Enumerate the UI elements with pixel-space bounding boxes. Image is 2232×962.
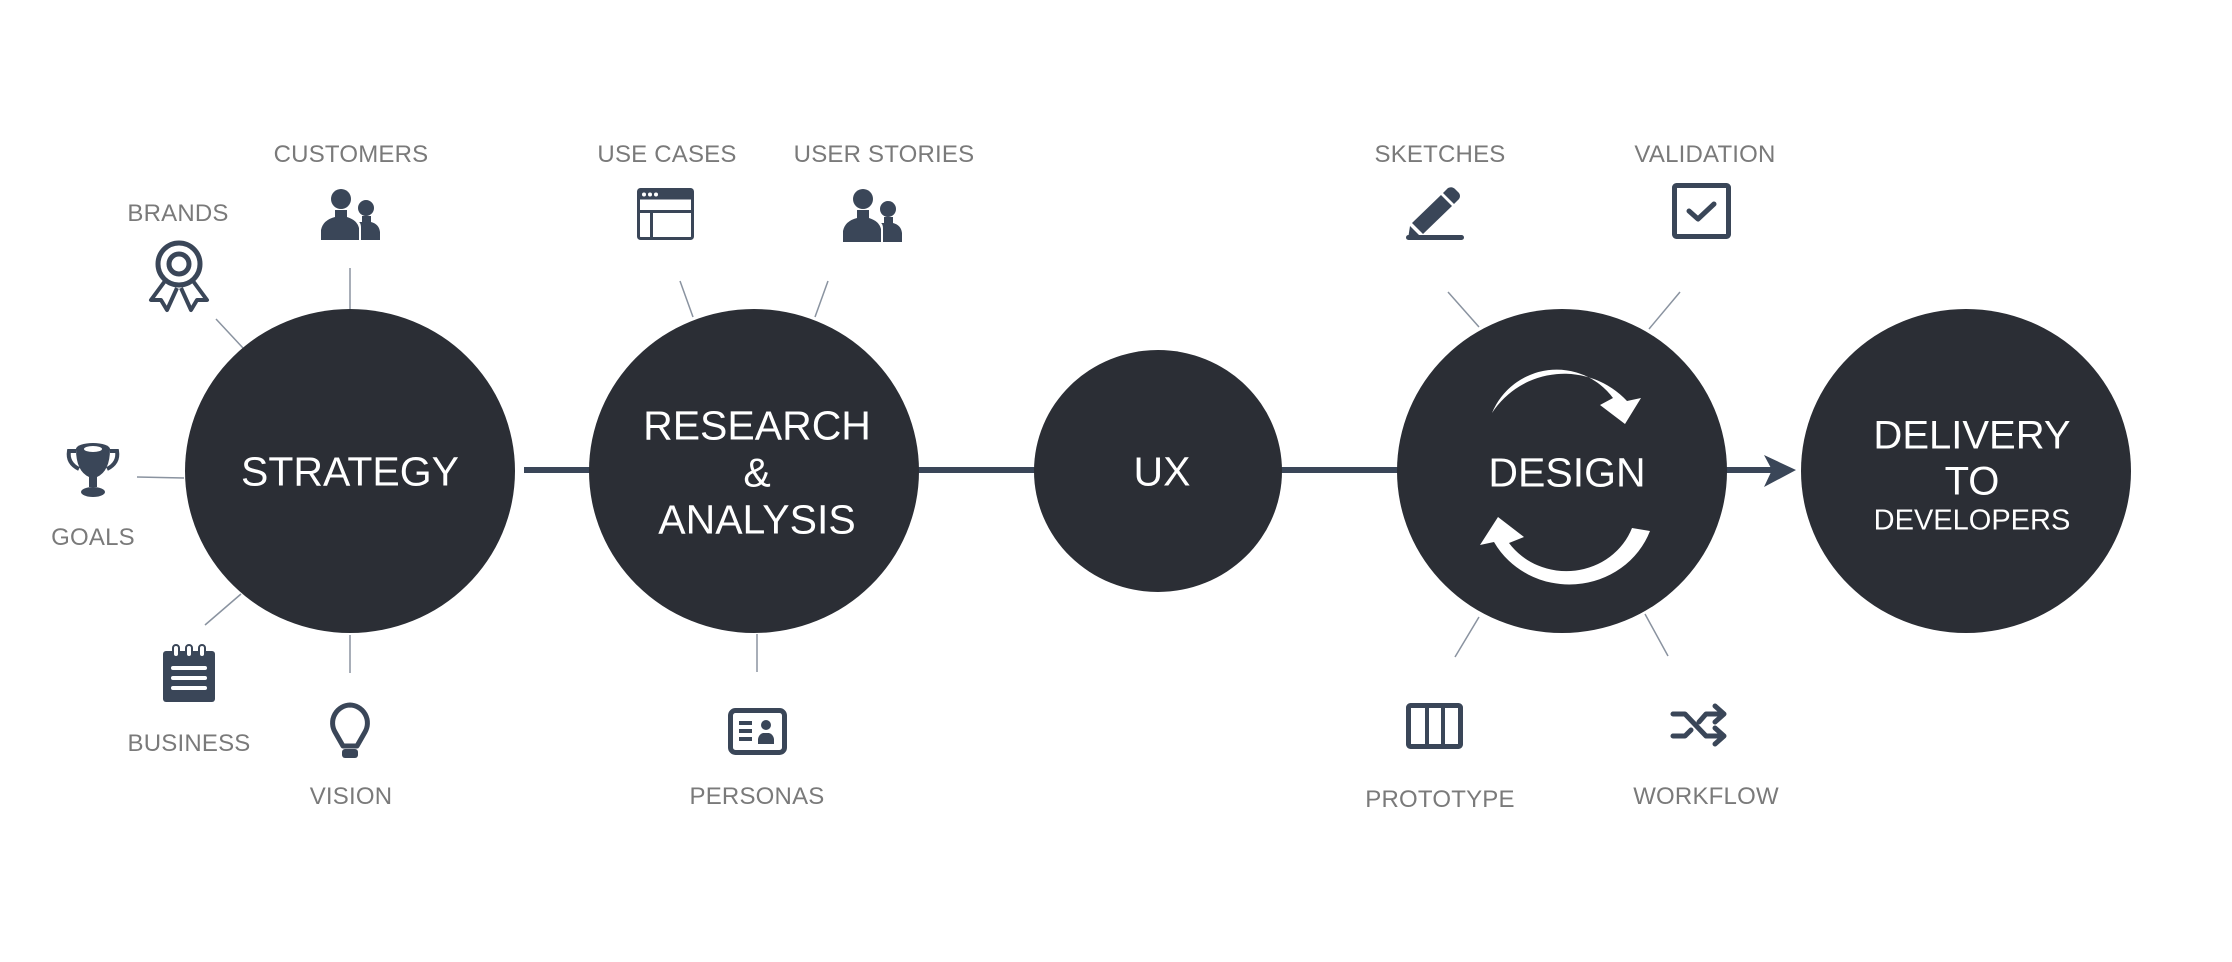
spoke-goals [136, 476, 185, 479]
spoke-brands [215, 318, 244, 349]
label-vision: VISION [309, 783, 393, 810]
stage-title-line: STRATEGY [241, 448, 459, 495]
columns-icon [1406, 703, 1463, 749]
stage-title-line: DEVELOPERS [1873, 504, 2071, 537]
stage-delivery-title: DELIVERY TO DEVELOPERS [1873, 412, 2070, 537]
spoke-business [204, 593, 242, 626]
spoke-sketches [1447, 291, 1480, 328]
users-icon [843, 189, 902, 242]
shuffle-icon [1670, 703, 1727, 747]
label-brands: BRANDS [127, 200, 229, 227]
trophy-icon [66, 443, 120, 497]
label-workflow: WORKFLOW [1633, 783, 1779, 810]
spoke-validation [1648, 291, 1681, 330]
spoke-workflow [1644, 613, 1669, 657]
stage-title-line: DELIVERY [1873, 413, 2071, 458]
stage-ux-title: UX [1134, 448, 1191, 495]
stage-title-line: ANALYSIS [658, 496, 856, 543]
spoke-user-stories [814, 280, 829, 318]
stage-title-line: TO [1944, 459, 2000, 504]
label-personas: PERSONAS [689, 783, 825, 810]
users-icon [321, 189, 380, 240]
label-prototype: PROTOTYPE [1365, 786, 1515, 813]
stage-title-line: & [743, 449, 771, 496]
lightbulb-icon [330, 702, 370, 758]
checkbox-icon [1672, 183, 1731, 239]
connector-strategy-research [524, 467, 592, 473]
id-card-icon [728, 708, 787, 755]
spoke-use-cases [679, 280, 694, 318]
label-user-stories: USER STORIES [793, 141, 975, 168]
label-goals: GOALS [51, 524, 135, 551]
connector-ux-design [1278, 467, 1400, 473]
stage-title-line: UX [1133, 448, 1191, 495]
connector-design-delivery [1725, 467, 1777, 473]
browser-window-icon [637, 188, 694, 240]
stage-strategy-title: STRATEGY [241, 448, 459, 495]
stage-title-line: DESIGN [1488, 449, 1646, 496]
stage-design-title: DESIGN [1488, 449, 1645, 496]
award-ribbon-icon [149, 240, 209, 312]
connector-research-ux [915, 467, 1037, 473]
label-business: BUSINESS [127, 730, 251, 757]
spoke-prototype [1454, 616, 1480, 658]
label-sketches: SKETCHES [1374, 141, 1506, 168]
pencil-icon [1406, 187, 1464, 240]
notepad-icon [163, 644, 215, 702]
label-customers: CUSTOMERS [273, 141, 429, 168]
stage-research-title: RESEARCH & ANALYSIS [643, 402, 871, 543]
label-validation: VALIDATION [1634, 141, 1776, 168]
label-use-cases: USE CASES [597, 141, 737, 168]
stage-title-line: RESEARCH [643, 402, 871, 449]
